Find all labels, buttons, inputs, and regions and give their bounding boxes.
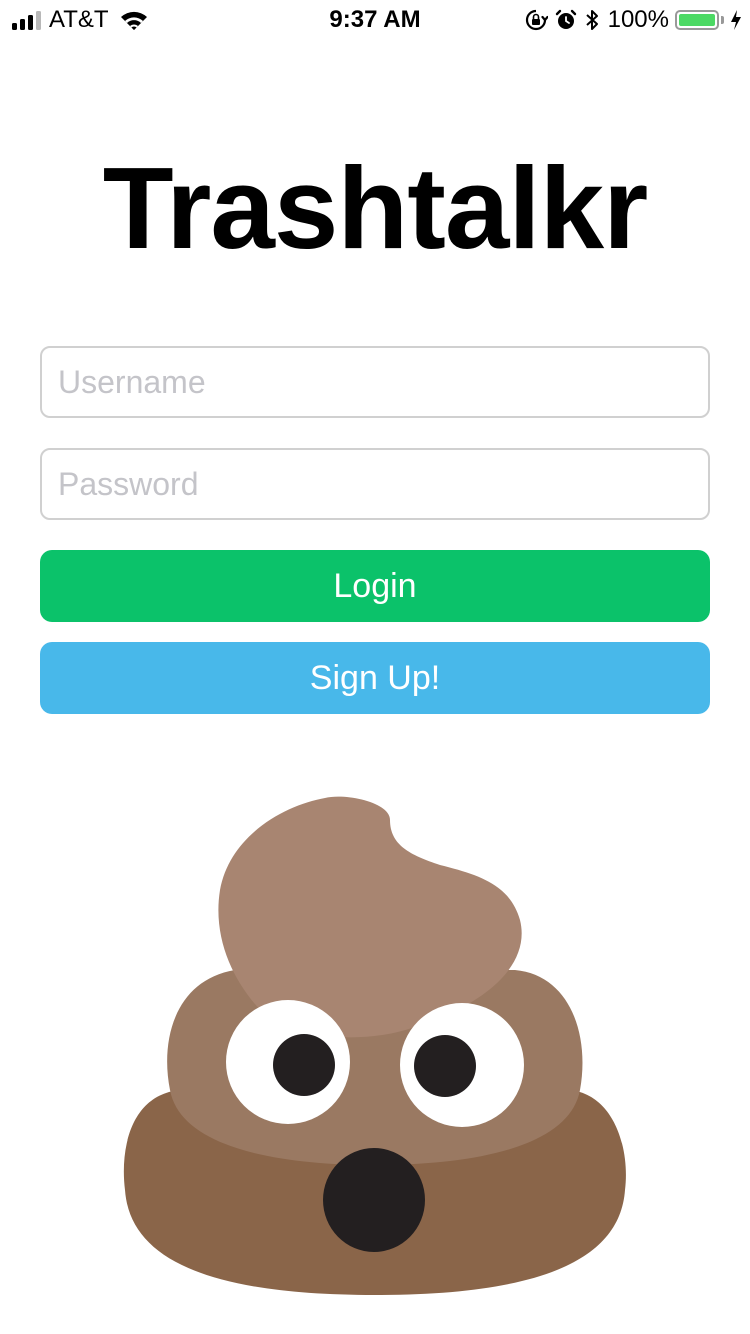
right-eye-pupil <box>414 1035 476 1097</box>
charging-icon <box>731 10 741 30</box>
battery-icon <box>675 10 719 30</box>
left-eye-pupil <box>273 1034 335 1096</box>
login-button[interactable]: Login <box>40 550 710 622</box>
password-input[interactable] <box>40 448 710 520</box>
signup-button[interactable]: Sign Up! <box>40 642 710 714</box>
battery-percent: 100% <box>607 6 669 33</box>
battery-cap <box>721 16 724 24</box>
poop-emoji-icon <box>123 796 626 1295</box>
battery-fill <box>679 14 715 26</box>
bluetooth-icon <box>585 10 598 30</box>
status-bar-right: 100% <box>524 6 742 34</box>
alarm-icon <box>555 9 576 29</box>
status-bar: AT&T 9:37 AM 100% <box>0 0 750 40</box>
app-title: Trashtalkr <box>102 143 649 273</box>
username-input[interactable] <box>40 346 710 418</box>
mouth <box>323 1148 425 1252</box>
rotation-lock-icon <box>525 9 548 31</box>
